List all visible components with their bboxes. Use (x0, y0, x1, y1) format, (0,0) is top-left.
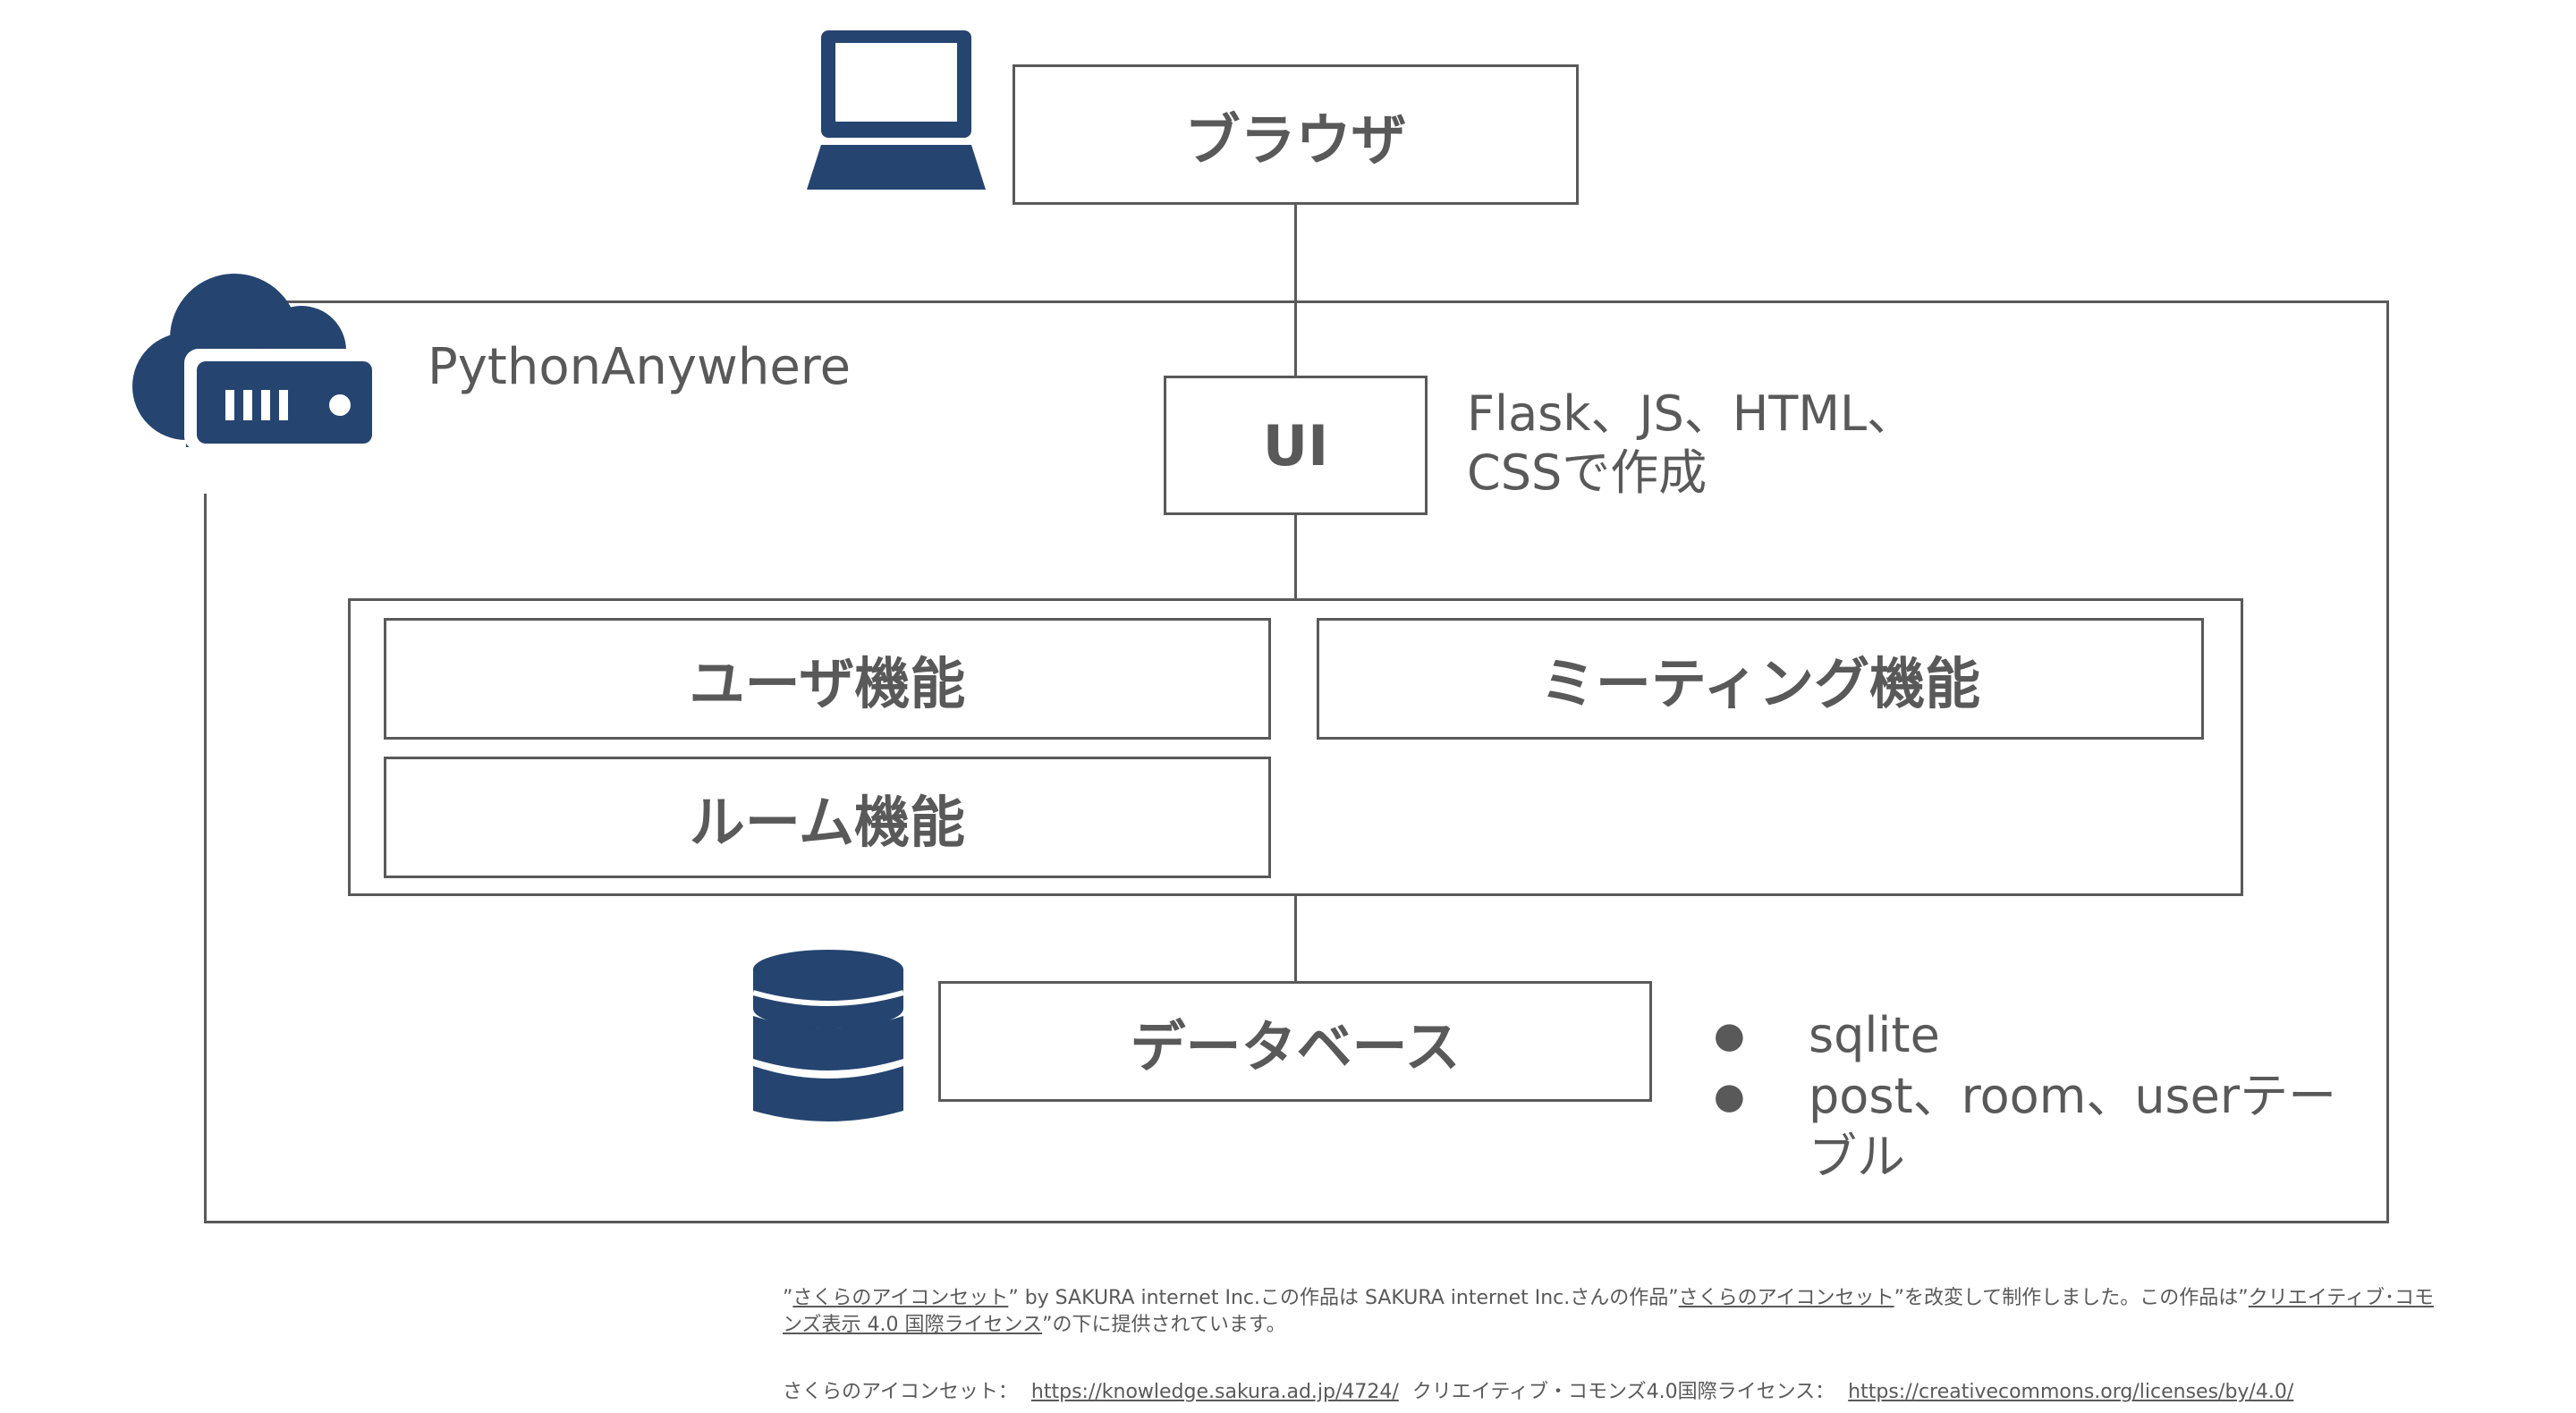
credits-iconset-label: さくらのアイコンセット： (783, 1381, 1018, 1403)
ui-note-line-2: CSSで作成 (1467, 444, 1707, 501)
credits-link-iconset[interactable]: さくらのアイコンセット (792, 1287, 1008, 1309)
ui-box: UI (1164, 376, 1428, 515)
database-details-list: ● sqlite ● post、room、userテー ブル (1714, 1005, 2336, 1188)
meeting-feature-box: ミーティング機能 (1317, 618, 2204, 740)
database-detail-text: post、room、userテー (1809, 1068, 2337, 1124)
browser-box: ブラウザ (1013, 64, 1579, 205)
database-box: データベース (938, 981, 1652, 1102)
database-detail-item: ● post、room、userテー (1714, 1066, 2336, 1127)
bullet-mark: ● (1714, 1076, 1745, 1117)
ui-note-line-1: Flask、JS、HTML、 (1467, 385, 1916, 442)
credits-quote: ” (783, 1287, 793, 1309)
database-icon (751, 948, 905, 1132)
credits-paragraph: ”さくらのアイコンセット” by SAKURA internet Inc.この作… (783, 1285, 2554, 1339)
credits-link-license-b[interactable]: ンズ表示 4.0 国際ライセンス (783, 1314, 1042, 1336)
credits-text-3: ”の下に提供されています。 (1042, 1314, 1286, 1336)
credits-text-1: ” by SAKURA internet Inc.この作品は SAKURA in… (1008, 1287, 1679, 1309)
cloud-server-icon (127, 268, 386, 456)
laptop-icon (805, 27, 987, 191)
database-detail-text: sqlite (1809, 1007, 1940, 1063)
credits-license-url[interactable]: https://creativecommons.org/licenses/by/… (1848, 1381, 2293, 1403)
database-detail-item: ブル (1714, 1127, 2336, 1188)
pythonanywhere-frame-left-edge (204, 494, 207, 1223)
credits-text-2: ”を改変して制作しました。この作品は” (1894, 1287, 2249, 1309)
credits-link-license-a[interactable]: クリエイティブ･コモ (2249, 1287, 2434, 1309)
user-feature-box: ユーザ機能 (384, 618, 1271, 740)
credits-link-iconset-2[interactable]: さくらのアイコンセット (1679, 1287, 1894, 1309)
bullet-mark: ● (1714, 1015, 1745, 1056)
credits-license-label: クリエイティブ・コモンズ4.0国際ライセンス： (1411, 1381, 1835, 1403)
credits-urls: さくらのアイコンセット： https://knowledge.sakura.ad… (783, 1379, 2554, 1406)
database-detail-item: ● sqlite (1714, 1005, 2336, 1066)
room-feature-box: ルーム機能 (384, 757, 1271, 878)
credits-iconset-url[interactable]: https://knowledge.sakura.ad.jp/4724/ (1031, 1381, 1399, 1403)
pythonanywhere-label: PythonAnywhere (428, 338, 852, 396)
database-detail-text: ブル (1809, 1129, 1905, 1185)
